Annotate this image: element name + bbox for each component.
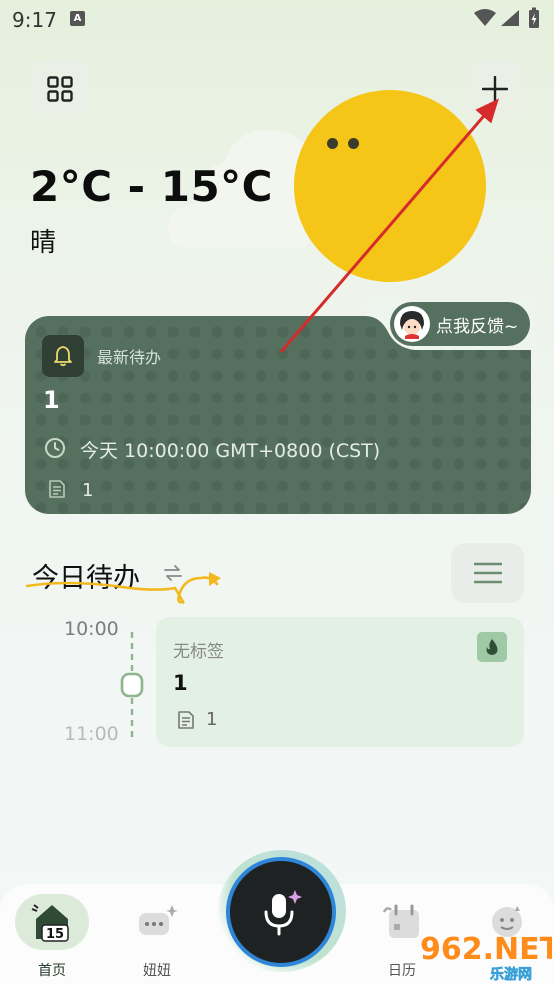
bell-icon (54, 346, 72, 367)
flame-icon (486, 639, 498, 655)
chat-bubble-icon (139, 905, 178, 935)
menu-grid-button[interactable] (31, 60, 89, 118)
latest-todo-title: 1 (43, 386, 60, 414)
document-icon (178, 711, 194, 729)
nav-label-home: 首页 (38, 963, 66, 979)
microphone-icon (264, 890, 302, 936)
task-tag: 无标签 (173, 642, 224, 662)
nav-item-niuniu[interactable]: 妞妞 (105, 884, 215, 984)
document-icon (49, 480, 65, 498)
bell-box (42, 335, 84, 377)
home-badge: 15 (46, 927, 64, 942)
list-view-button[interactable] (451, 543, 524, 603)
battery-icon (529, 7, 539, 28)
timeline-end-time: 11:00 (64, 723, 119, 745)
task-title: 1 (173, 671, 188, 695)
feedback-button[interactable]: 点我反馈~ (390, 302, 530, 346)
task-card[interactable]: 无标签 1 1 (156, 617, 524, 747)
temperature-range: 2°C - 15°C (30, 162, 273, 211)
voice-input-button[interactable] (226, 857, 336, 967)
sun-eye-icon (348, 138, 359, 149)
timeline-start-time: 10:00 (64, 618, 119, 640)
timeline-connector (120, 632, 144, 738)
hamburger-icon (473, 562, 502, 584)
sun-illustration (294, 90, 486, 282)
plus-icon (482, 76, 508, 102)
wifi-icon (474, 9, 496, 26)
task-note-count: 1 (206, 709, 218, 730)
avatar (394, 306, 430, 342)
latest-todo-time: 今天 10:00:00 GMT+0800 (CST) (80, 440, 381, 462)
grid-icon (47, 76, 73, 102)
signal-icon (501, 10, 519, 26)
nav-label-niuniu: 妞妞 (143, 963, 171, 979)
nav-item-home[interactable]: 15 首页 (0, 884, 110, 984)
notification-icon: A (70, 11, 85, 26)
swap-icon[interactable] (163, 565, 183, 581)
squiggle-decoration (25, 572, 221, 604)
nav-icon-wrap (120, 894, 194, 950)
weather-condition: 晴 (30, 228, 57, 258)
feedback-label: 点我反馈~ (436, 316, 519, 337)
home-icon: 15 (31, 904, 69, 942)
latest-todo-header: 最新待办 (97, 348, 162, 367)
task-badge (477, 632, 507, 662)
status-bar: 9:17 A (0, 0, 554, 38)
girl-avatar-icon (397, 309, 427, 339)
clock-icon (45, 438, 65, 458)
sun-eye-icon (327, 138, 338, 149)
nav-icon-wrap: 15 (15, 894, 89, 950)
watermark-logo: 962.NET 乐游网 (420, 932, 552, 981)
watermark-text: 962.NET (420, 932, 552, 967)
latest-todo-note-count: 1 (82, 480, 94, 501)
watermark-subtext: 乐游网 (490, 966, 532, 981)
status-time: 9:17 (12, 8, 57, 32)
add-button[interactable] (466, 60, 524, 118)
